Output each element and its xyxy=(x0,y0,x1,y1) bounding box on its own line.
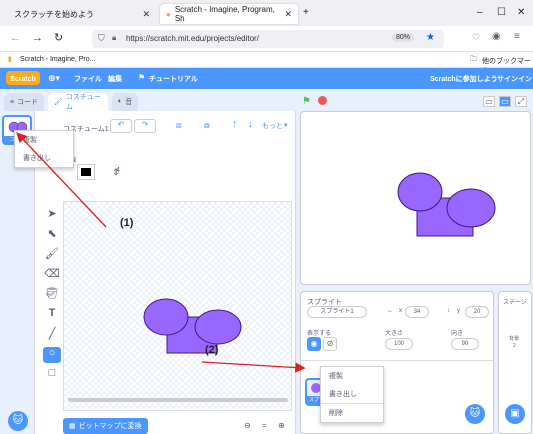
annotation-arrow-2 xyxy=(201,361,306,373)
annotation-arrow-1 xyxy=(16,132,107,228)
annotation-label-2: (2) xyxy=(205,344,219,356)
annotation-overlay xyxy=(16,132,306,373)
annotation-label-1: (1) xyxy=(120,217,134,229)
